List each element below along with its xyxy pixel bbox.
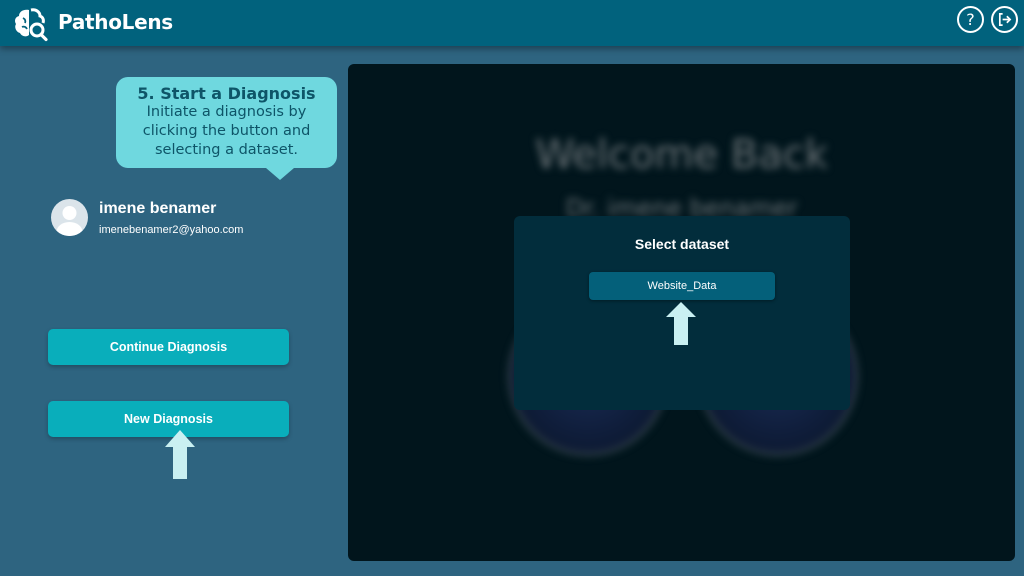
tooltip-body: Initiate a diagnosis by clicking the but… bbox=[142, 104, 311, 158]
brain-search-logo-icon bbox=[15, 8, 48, 42]
app-title: PathoLens bbox=[58, 10, 173, 34]
logout-icon bbox=[998, 13, 1012, 26]
welcome-heading: Welcome Back bbox=[535, 132, 828, 178]
tooltip-title: 5. Start a Diagnosis bbox=[137, 84, 316, 103]
app-header: PathoLens ? bbox=[0, 0, 1024, 46]
user-name: imene benamer bbox=[99, 200, 217, 217]
arrow-up-icon bbox=[666, 302, 696, 345]
user-avatar-icon bbox=[56, 206, 83, 236]
avatar bbox=[51, 199, 88, 236]
help-button[interactable]: ? bbox=[957, 6, 984, 33]
modal-title: Select dataset bbox=[634, 236, 730, 252]
arrow-up-icon bbox=[165, 430, 195, 479]
dataset-option-button[interactable]: Website_Data bbox=[589, 272, 775, 300]
continue-diagnosis-button[interactable]: Continue Diagnosis bbox=[48, 329, 289, 365]
user-email: imenebenamer2@yahoo.com bbox=[99, 224, 244, 236]
logout-button[interactable] bbox=[991, 6, 1018, 33]
onboarding-tooltip: 5. Start a Diagnosis Initiate a diagnosi… bbox=[116, 77, 337, 180]
question-circle-icon: ? bbox=[966, 10, 975, 29]
